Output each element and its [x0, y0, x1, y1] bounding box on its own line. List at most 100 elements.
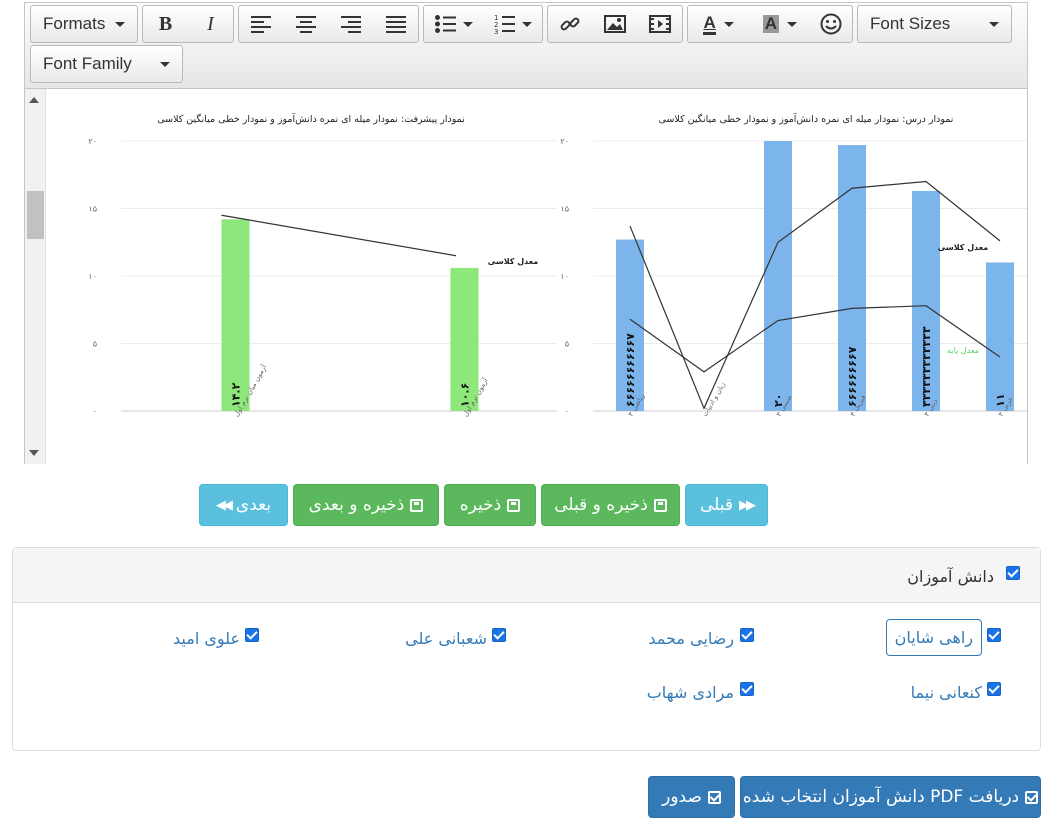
student-checkbox[interactable]: [492, 628, 506, 642]
media-button[interactable]: [637, 6, 682, 42]
subject-chart: نمودار درس: نمودار میله ای نمره دانش‌آمو…: [560, 112, 1027, 418]
numbered-list-icon: 123: [494, 14, 515, 34]
next-label: بعدی: [235, 495, 272, 515]
formats-label: Formats: [43, 14, 106, 33]
link-button[interactable]: [548, 6, 593, 42]
align-center-icon: [296, 16, 317, 33]
chevron-down-icon[interactable]: [462, 21, 473, 27]
bold-button[interactable]: B: [143, 6, 188, 42]
progress-chart: نمودار پیشرفت: نمودار میله ای نمره دانش‌…: [88, 112, 557, 418]
bar-value-label: ۳۳۳۳۳۳۳۳۳۳۳۳: [920, 326, 933, 407]
student-checkbox[interactable]: [245, 628, 259, 642]
chevron-down-icon[interactable]: [723, 21, 734, 27]
font-family-select[interactable]: Font Family: [31, 46, 182, 82]
download-pdf-button[interactable]: دریافت PDF دانش آموزان انتخاب شده: [740, 776, 1041, 818]
align-center-button[interactable]: [284, 6, 329, 42]
font-sizes-select[interactable]: Font Sizes: [858, 6, 1011, 42]
student-checkbox[interactable]: [740, 682, 754, 696]
font-family-dropdown[interactable]: Font Family: [30, 45, 183, 83]
previous-button[interactable]: ▶▶ قبلی: [685, 484, 768, 526]
next-button[interactable]: بعدی ◀◀: [199, 484, 288, 526]
align-justify-button[interactable]: [373, 6, 418, 42]
chevron-down-icon: [989, 21, 999, 27]
bar: [986, 262, 1014, 411]
background-color-icon: A: [762, 14, 780, 33]
student-name[interactable]: راهی شایان: [885, 619, 982, 656]
scroll-thumb[interactable]: [27, 191, 44, 239]
select-all-checkbox[interactable]: [1006, 566, 1020, 580]
align-justify-icon: [385, 16, 406, 33]
y-tick-label: ۵: [565, 340, 569, 349]
save-label: ذخیره: [459, 495, 502, 515]
numbered-list-button[interactable]: 123: [483, 6, 542, 42]
y-tick-label: ۱۰: [560, 272, 569, 281]
student-name[interactable]: علوی امید: [173, 629, 240, 648]
class-average-label: معدل کلاسی: [938, 243, 989, 252]
scroll-down-icon[interactable]: [29, 450, 39, 456]
average-line: [221, 214, 457, 257]
student-name[interactable]: شعبانی علی: [405, 629, 487, 648]
align-left-button[interactable]: [239, 6, 284, 42]
y-tick-label: ۲۰: [560, 137, 569, 146]
chevron-down-icon: [160, 61, 170, 67]
y-tick-label: ۰: [565, 407, 569, 416]
rich-text-editor[interactable]: Formats B I 1 2 3 A A Font Sizes Font Fa…: [24, 2, 1028, 464]
image-button[interactable]: [593, 6, 638, 42]
student-name[interactable]: مرادی شهاب: [647, 683, 734, 702]
text-color-button[interactable]: A: [688, 6, 749, 42]
font-sizes-label: Font Sizes: [870, 14, 951, 33]
background-color-button[interactable]: A: [749, 6, 810, 42]
y-tick-label: ۱۵: [560, 205, 569, 214]
y-tick-label: ۵: [93, 340, 97, 349]
color-group: A A: [687, 5, 853, 43]
chevron-down-icon[interactable]: [787, 21, 798, 27]
emoticons-button[interactable]: [811, 6, 853, 42]
link-icon: [560, 17, 580, 31]
check-square-icon: [1025, 790, 1039, 804]
video-icon: [648, 15, 671, 33]
bullet-list-button[interactable]: [424, 6, 483, 42]
list-group: 123: [423, 5, 543, 43]
align-right-icon: [340, 16, 361, 33]
font-sizes-dropdown[interactable]: Font Sizes: [857, 5, 1012, 43]
editor-content[interactable]: نمودار پیشرفت: نمودار میله ای نمره دانش‌…: [25, 89, 1027, 464]
smiley-icon: [820, 13, 842, 35]
rewind-icon: ◀◀: [215, 497, 233, 513]
chart-title: نمودار پیشرفت: نمودار میله ای نمره دانش‌…: [157, 112, 465, 125]
save-button[interactable]: ذخیره: [444, 484, 536, 526]
student-name[interactable]: کنعانی نیما: [911, 683, 982, 702]
vertical-scrollbar[interactable]: [25, 89, 46, 464]
bar: [221, 219, 250, 411]
student-checkbox[interactable]: [987, 628, 1001, 642]
students-panel-header: دانش آموزان: [13, 548, 1040, 603]
average-line: [629, 180, 1001, 410]
student-checkbox[interactable]: [987, 682, 1001, 696]
check-square-icon: [707, 790, 721, 804]
base-average-label: معدل پایه: [947, 346, 979, 355]
scroll-up-icon[interactable]: [29, 97, 39, 103]
save-previous-label: ذخیره و قبلی: [554, 495, 648, 515]
text-color-icon: A: [703, 13, 716, 35]
align-group: [238, 5, 419, 43]
fast-forward-icon: ▶▶: [739, 497, 756, 513]
issue-button[interactable]: صدور: [648, 776, 735, 818]
save-previous-button[interactable]: ذخیره و قبلی: [541, 484, 680, 526]
formats-select[interactable]: Formats: [31, 6, 137, 42]
student-name[interactable]: رضایی محمد: [648, 629, 734, 648]
align-right-button[interactable]: [329, 6, 374, 42]
bullet-list-icon: [434, 15, 456, 33]
italic-button[interactable]: I: [188, 6, 233, 42]
editor-toolbar: Formats B I 1 2 3 A A Font Sizes Font Fa…: [25, 3, 1027, 89]
student-checkbox[interactable]: [740, 628, 754, 642]
save-icon: [410, 498, 424, 512]
bar-value-label: ۶۶۶۶۶۶۶۶۶۶۷: [624, 333, 637, 407]
formats-dropdown[interactable]: Formats: [30, 5, 138, 43]
chart-title: نمودار درس: نمودار میله ای نمره دانش‌آمو…: [659, 112, 954, 125]
image-icon: [604, 15, 626, 33]
y-tick-label: ۱۵: [88, 205, 97, 214]
save-next-button[interactable]: ذخیره و بعدی: [293, 484, 439, 526]
format-group: B I: [142, 5, 234, 43]
bar: [764, 141, 792, 411]
issue-label: صدور: [662, 787, 702, 807]
chevron-down-icon[interactable]: [521, 21, 532, 27]
